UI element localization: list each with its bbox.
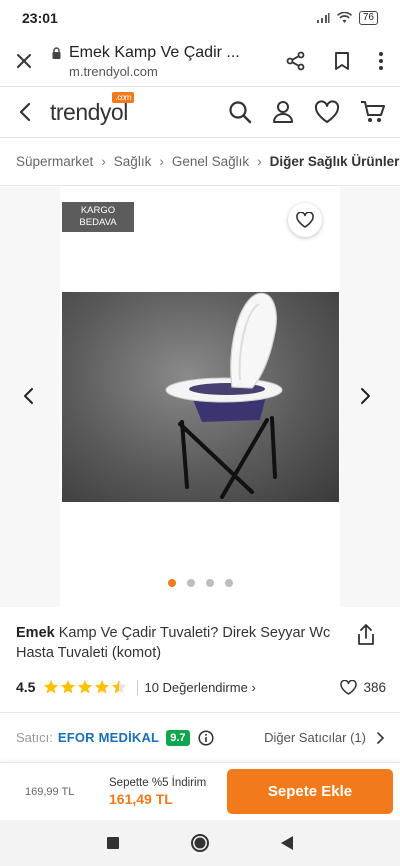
chevron-left-icon <box>24 388 33 404</box>
rating-row: 4.5 10 Değerlendirme › 386 <box>16 677 386 697</box>
breadcrumb-item[interactable]: Genel Sağlık <box>172 154 249 169</box>
heart-icon <box>340 679 358 695</box>
chevron-right-icon: › <box>251 679 256 695</box>
product-title: Emek Kamp Ve Çadir Tuvaleti? Direk Seyya… <box>16 623 346 663</box>
recents-icon[interactable] <box>106 836 120 850</box>
star-icon <box>61 680 76 694</box>
favorite-count-value: 386 <box>363 679 386 695</box>
info-icon[interactable] <box>197 729 214 746</box>
rating-stars <box>43 679 127 695</box>
chevron-right-icon <box>377 731 384 744</box>
search-icon[interactable] <box>228 100 252 124</box>
breadcrumb-item[interactable]: Süpermarket <box>16 154 93 169</box>
status-icons: 76 <box>316 11 378 25</box>
cart-icon[interactable] <box>360 100 386 124</box>
add-to-cart-bar: 169,99 TL Sepette %5 İndirim 161,49 TL S… <box>0 762 400 820</box>
pagination-dot[interactable] <box>168 579 176 587</box>
chevron-right-icon: › <box>257 154 262 169</box>
star-icon <box>44 680 59 694</box>
discounted-price: 161,49 TL <box>109 790 173 807</box>
chevron-right-icon: › <box>101 154 106 169</box>
product-brand[interactable]: Emek <box>16 625 55 641</box>
gallery-next-button[interactable] <box>360 387 372 410</box>
gallery-prev-button[interactable] <box>22 387 34 410</box>
user-icon[interactable] <box>272 100 294 124</box>
browser-page-title: Emek Kamp Ve Çadir ... <box>69 43 240 61</box>
favorite-button[interactable] <box>288 203 322 237</box>
browser-url: m.trendyol.com <box>69 63 158 79</box>
site-header: trendyol .com <box>0 86 400 138</box>
product-name: Kamp Ve Çadir Tuvaleti? Direk Seyyar Wc … <box>16 625 331 661</box>
breadcrumb-item[interactable]: Sağlık <box>114 154 152 169</box>
chevron-left-icon <box>19 102 31 122</box>
close-icon <box>17 54 31 68</box>
favorite-count[interactable]: 386 <box>340 679 386 695</box>
toilet-chair-illustration <box>165 292 283 499</box>
status-bar: 23:01 76 <box>0 0 400 36</box>
original-price: 169,99 TL <box>25 785 75 798</box>
chevron-right-icon: › <box>159 154 164 169</box>
seller-name-link[interactable]: EFOR MEDİKAL <box>58 730 159 745</box>
seller-score-badge: 9.7 <box>166 729 190 746</box>
review-count: 10 Değerlendirme <box>144 679 248 695</box>
other-sellers-label: Diğer Satıcılar (1) <box>264 730 366 745</box>
product-gallery[interactable]: KARGO BEDAVA <box>0 187 400 607</box>
pagination-dot[interactable] <box>206 579 214 587</box>
reviews-link[interactable]: 10 Değerlendirme › <box>137 679 256 695</box>
gallery-pagination <box>168 579 233 587</box>
half-star-icon <box>112 680 127 694</box>
back-triangle-icon[interactable] <box>280 835 294 851</box>
breadcrumb-current[interactable]: Diğer Sağlık Ürünleri <box>270 154 400 169</box>
star-icon <box>95 680 110 694</box>
lock-icon <box>52 46 61 59</box>
signal-icon <box>316 13 330 23</box>
battery-indicator: 76 <box>358 11 378 25</box>
seller-label: Satıcı: <box>16 730 53 745</box>
star-icon <box>78 680 93 694</box>
other-sellers-link[interactable]: Diğer Satıcılar (1) <box>264 730 384 745</box>
heart-icon <box>296 212 314 228</box>
back-button[interactable] <box>0 102 50 122</box>
chevron-right-icon <box>361 388 370 404</box>
badge-line: BEDAVA <box>79 217 117 228</box>
heart-icon[interactable] <box>314 100 340 124</box>
share-product-button[interactable] <box>356 624 376 651</box>
rating-value: 4.5 <box>16 679 36 695</box>
share-icon[interactable] <box>286 51 306 71</box>
status-time: 23:01 <box>22 10 58 26</box>
wifi-icon <box>336 12 352 23</box>
breadcrumb: Süpermarket › Sağlık › Genel Sağlık › Di… <box>0 138 400 186</box>
discount-label: Sepette %5 İndirim <box>109 776 207 789</box>
logo-badge: .com <box>112 91 134 103</box>
add-to-cart-button[interactable]: Sepete Ekle <box>227 769 393 814</box>
pagination-dot[interactable] <box>187 579 195 587</box>
product-image[interactable] <box>62 292 339 502</box>
system-nav-bar <box>0 820 400 866</box>
close-tab-button[interactable] <box>0 53 48 69</box>
badge-line: KARGO <box>80 205 116 216</box>
more-vertical-icon[interactable] <box>378 51 384 71</box>
bookmark-icon[interactable] <box>334 51 350 71</box>
share-icon <box>358 624 374 645</box>
trendyol-logo[interactable]: trendyol .com <box>50 91 134 126</box>
pagination-dot[interactable] <box>225 579 233 587</box>
browser-toolbar: Emek Kamp Ve Çadir ... m.trendyol.com <box>0 36 400 86</box>
home-icon[interactable] <box>190 833 210 853</box>
discount-info: Sepette %5 İndirim 161,49 TL <box>109 777 206 807</box>
seller-row: Satıcı: EFOR MEDİKAL 9.7 Diğer Satıcılar… <box>0 712 400 762</box>
free-shipping-badge: KARGO BEDAVA <box>62 202 134 232</box>
browser-address[interactable]: Emek Kamp Ve Çadir ... m.trendyol.com <box>48 44 286 79</box>
